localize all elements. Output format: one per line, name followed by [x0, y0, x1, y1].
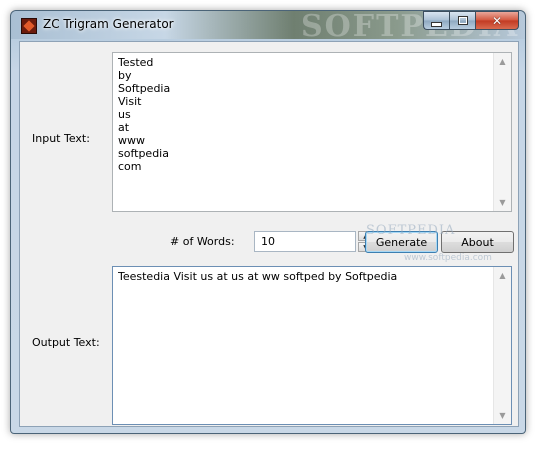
- scroll-down-icon[interactable]: ▼: [494, 194, 511, 211]
- softpedia-url-watermark: www.softpedia.com: [404, 253, 492, 263]
- input-scrollbar[interactable]: ▲ ▼: [493, 53, 511, 211]
- softpedia-watermark: SOFTPEDIA: [366, 223, 456, 238]
- input-textarea[interactable]: Tested by Softpedia Visit us at www soft…: [112, 52, 512, 212]
- output-text-content[interactable]: Teestedia Visit us at us at ww softped b…: [118, 270, 491, 422]
- input-text-label: Input Text:: [32, 132, 90, 145]
- window-title: ZC Trigram Generator: [43, 17, 174, 31]
- minimize-button[interactable]: [423, 11, 449, 30]
- output-text-label: Output Text:: [32, 336, 100, 349]
- scroll-up-icon[interactable]: ▲: [494, 267, 511, 284]
- words-label: # of Words:: [170, 235, 235, 248]
- words-input[interactable]: 10: [254, 231, 356, 252]
- title-bar[interactable]: SOFTPEDIA ZC Trigram Generator ✕: [11, 9, 525, 44]
- maximize-icon: [457, 16, 468, 25]
- caption-buttons: ✕: [423, 11, 519, 30]
- app-icon[interactable]: [21, 18, 37, 34]
- close-button[interactable]: ✕: [475, 11, 519, 30]
- output-textarea[interactable]: Teestedia Visit us at us at ww softped b…: [112, 266, 512, 425]
- minimize-icon: [431, 21, 442, 27]
- maximize-button[interactable]: [449, 11, 475, 30]
- scroll-up-icon[interactable]: ▲: [494, 53, 511, 70]
- close-icon: ✕: [491, 13, 503, 28]
- client-area: Input Text: Tested by Softpedia Visit us…: [19, 41, 519, 427]
- output-scrollbar[interactable]: ▲ ▼: [493, 267, 511, 424]
- scroll-down-icon[interactable]: ▼: [494, 407, 511, 424]
- input-text-content[interactable]: Tested by Softpedia Visit us at www soft…: [118, 56, 491, 209]
- app-window: SOFTPEDIA ZC Trigram Generator ✕ Input T…: [10, 9, 526, 434]
